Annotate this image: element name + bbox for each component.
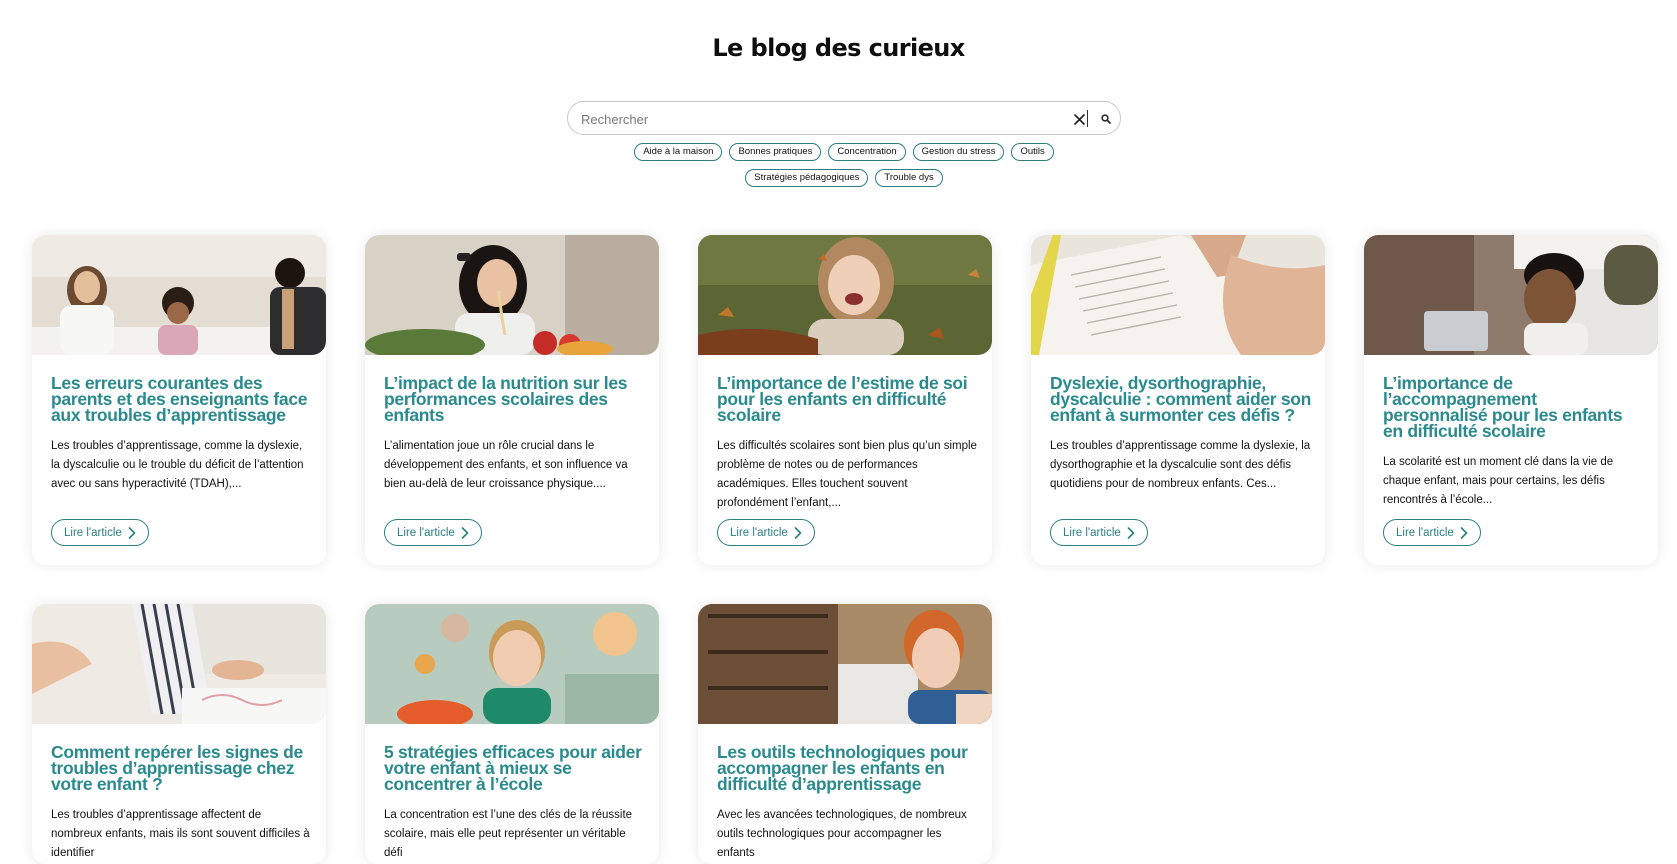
article-image[interactable]: [1364, 235, 1658, 355]
article-card[interactable]: L’importance de l’accompagnement personn…: [1364, 235, 1658, 565]
article-title[interactable]: L’importance de l’accompagnement personn…: [1383, 374, 1645, 440]
article-excerpt: Les troubles d’apprentissage affectent d…: [51, 809, 310, 859]
article-title[interactable]: Dyslexie, dysorthographie, dyscalculie :…: [1050, 374, 1312, 424]
article-title[interactable]: Les outils technologiques pour accompagn…: [717, 743, 979, 793]
chevron-right-icon: [1127, 526, 1135, 539]
article-title[interactable]: 5 stratégies efficaces pour aider votre …: [384, 743, 646, 793]
read-article-button[interactable]: Lire l'article: [384, 519, 482, 546]
article-image[interactable]: [32, 604, 326, 724]
article-title[interactable]: L’importance de l’estime de soi pour les…: [717, 374, 979, 424]
search-icon[interactable]: [1095, 108, 1117, 130]
article-card[interactable]: Les outils technologiques pour accompagn…: [698, 604, 992, 864]
tag-gestion-du-stress[interactable]: Gestion du stress: [912, 143, 1005, 161]
page-title: Le blog des curieux: [712, 34, 965, 63]
article-excerpt: La scolarité est un moment clé dans la v…: [1383, 456, 1614, 506]
article-title[interactable]: L’impact de la nutrition sur les perform…: [384, 374, 646, 424]
search-bar: [567, 101, 1121, 135]
article-title[interactable]: Comment repérer les signes de troubles d…: [51, 743, 313, 793]
read-article-button[interactable]: Lire l'article: [51, 519, 149, 546]
read-article-label: Lire l'article: [730, 526, 788, 539]
read-article-label: Lire l'article: [1396, 526, 1454, 539]
article-excerpt: L’alimentation joue un rôle crucial dans…: [384, 440, 628, 490]
tag-strategies-pedagogiques[interactable]: Stratégies pédagogiques: [745, 169, 869, 187]
article-excerpt: Les troubles d’apprentissage comme la dy…: [1050, 440, 1311, 490]
article-card[interactable]: Comment repérer les signes de troubles d…: [32, 604, 326, 864]
search-separator: [1087, 110, 1088, 127]
article-excerpt: Les troubles d’apprentissage, comme la d…: [51, 440, 304, 490]
read-article-button[interactable]: Lire l'article: [717, 519, 815, 546]
article-excerpt: Avec les avancées technologiques, de nom…: [717, 809, 967, 859]
tag-filter-row: Stratégies pédagogiques Trouble dys: [567, 169, 1121, 187]
search-input[interactable]: [581, 109, 1041, 129]
tag-outils[interactable]: Outils: [1011, 143, 1054, 161]
article-card[interactable]: 5 stratégies efficaces pour aider votre …: [365, 604, 659, 864]
read-article-label: Lire l'article: [397, 526, 455, 539]
article-card[interactable]: Les erreurs courantes des parents et des…: [32, 235, 326, 565]
read-article-label: Lire l'article: [1063, 526, 1121, 539]
article-excerpt: Les difficultés scolaires sont bien plus…: [717, 440, 977, 509]
chevron-right-icon: [128, 526, 136, 539]
tag-concentration[interactable]: Concentration: [828, 143, 906, 161]
tag-bonnes-pratiques[interactable]: Bonnes pratiques: [729, 143, 822, 161]
article-image[interactable]: [365, 604, 659, 724]
article-image[interactable]: [1031, 235, 1325, 355]
article-excerpt: La concentration est l’une des clés de l…: [384, 809, 633, 859]
article-image[interactable]: [698, 235, 992, 355]
article-card[interactable]: L’importance de l’estime de soi pour les…: [698, 235, 992, 565]
tag-filter-row: Aide à la maison Bonnes pratiques Concen…: [567, 143, 1121, 161]
article-image[interactable]: [32, 235, 326, 355]
tag-aide-a-la-maison[interactable]: Aide à la maison: [634, 143, 723, 161]
article-card[interactable]: L’impact de la nutrition sur les perform…: [365, 235, 659, 565]
read-article-label: Lire l'article: [64, 526, 122, 539]
read-article-button[interactable]: Lire l'article: [1050, 519, 1148, 546]
read-article-button[interactable]: Lire l'article: [1383, 519, 1481, 546]
chevron-right-icon: [794, 526, 802, 539]
article-image[interactable]: [365, 235, 659, 355]
tag-trouble-dys[interactable]: Trouble dys: [875, 169, 943, 187]
article-title[interactable]: Les erreurs courantes des parents et des…: [51, 374, 313, 424]
chevron-right-icon: [461, 526, 469, 539]
chevron-right-icon: [1460, 526, 1468, 539]
article-image[interactable]: [698, 604, 992, 724]
article-card[interactable]: Dyslexie, dysorthographie, dyscalculie :…: [1031, 235, 1325, 565]
